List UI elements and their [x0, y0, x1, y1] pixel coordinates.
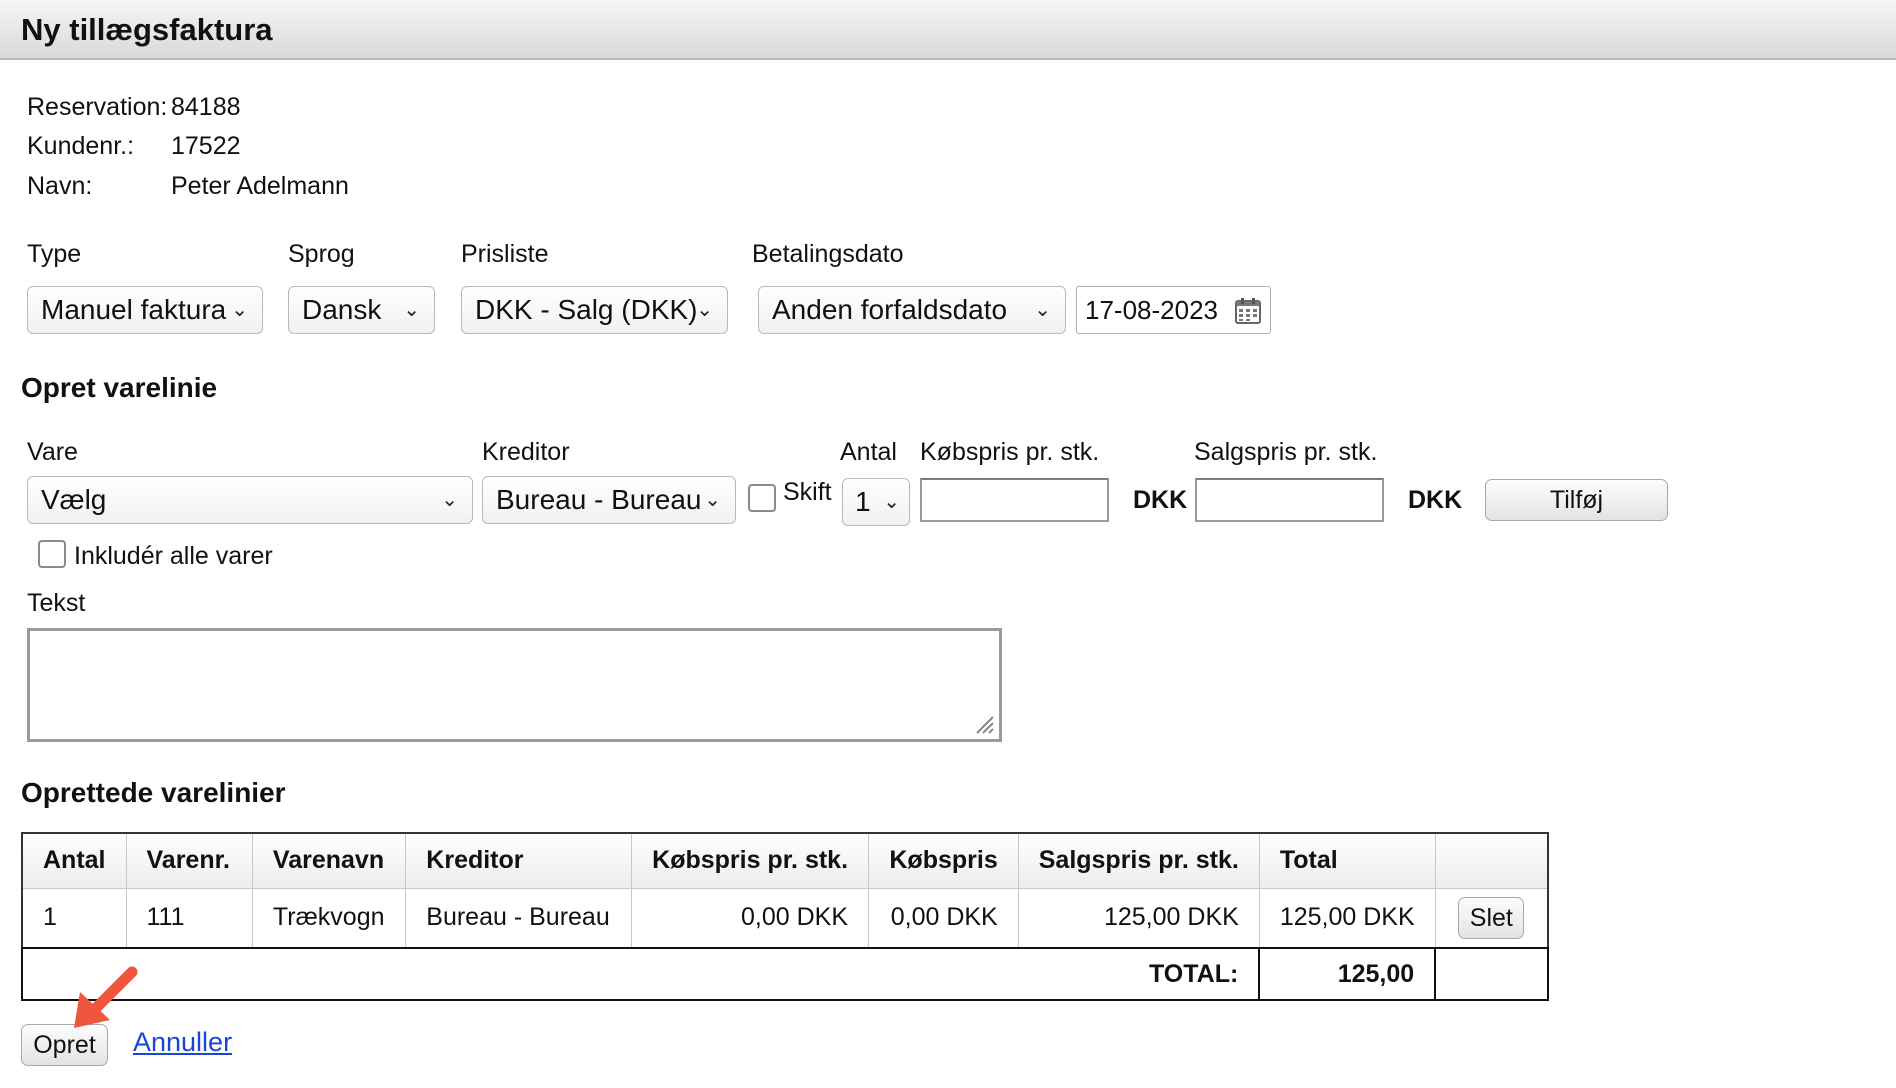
- created-lines-heading: Oprettede varelinier: [21, 777, 286, 808]
- chevron-down-icon: ⌄: [883, 491, 900, 513]
- vare-select[interactable]: Vælg ⌄: [27, 476, 473, 524]
- created-lines-table: Antal Varenr. Varenavn Kreditor Købspris…: [20, 832, 1549, 1001]
- cell-kreditor: Bureau - Bureau: [405, 887, 633, 949]
- kundenr-label: Kundenr.:: [27, 132, 135, 160]
- kreditor-select-value: Bureau - Bureau: [496, 484, 702, 515]
- salgspris-input[interactable]: [1195, 478, 1384, 522]
- column-header: Varenr.: [125, 832, 253, 889]
- sprog-select-value: Dansk: [302, 294, 382, 325]
- column-header: Salgspris pr. stk.: [1017, 832, 1260, 889]
- total-label: TOTAL:: [20, 947, 1261, 1001]
- betalingsdato-label: Betalingsdato: [752, 240, 904, 268]
- reservation-value: 84188: [171, 93, 241, 121]
- skift-label: Skift: [783, 478, 832, 506]
- kreditor-label: Kreditor: [482, 438, 570, 466]
- antal-select[interactable]: 1 ⌄: [842, 478, 910, 526]
- cell-antal: 1: [21, 887, 127, 949]
- reservation-label: Reservation:: [27, 93, 168, 121]
- prisliste-label: Prisliste: [461, 240, 549, 268]
- annotation-arrow-icon: [74, 966, 138, 1028]
- chevron-down-icon: ⌄: [231, 299, 248, 321]
- cell-kobspris-stk: 0,00 DKK: [631, 887, 870, 949]
- cancel-link[interactable]: Annuller: [133, 1027, 232, 1058]
- payment-date-input[interactable]: 17-08-2023: [1076, 286, 1271, 334]
- total-value: 125,00: [1258, 947, 1437, 1001]
- chevron-down-icon: ⌄: [1034, 299, 1051, 321]
- antal-label: Antal: [840, 438, 897, 466]
- prisliste-select[interactable]: DKK - Salg (DKK) ⌄: [461, 286, 728, 334]
- column-header: Antal: [21, 832, 127, 889]
- chevron-down-icon: ⌄: [696, 299, 713, 321]
- antal-select-value: 1: [855, 486, 871, 517]
- column-header: Købspris pr. stk.: [631, 832, 870, 889]
- vare-select-value: Vælg: [41, 484, 107, 515]
- resize-grip-icon[interactable]: [973, 713, 995, 735]
- kundenr-value: 17522: [171, 132, 241, 160]
- include-all-label: Inkludér alle varer: [74, 542, 273, 570]
- cell-kobspris: 0,00 DKK: [868, 887, 1019, 949]
- column-header: Købspris: [868, 832, 1019, 889]
- sprog-label: Sprog: [288, 240, 355, 268]
- cell-actions: Slet: [1434, 887, 1549, 949]
- column-header: Varenavn: [251, 832, 407, 889]
- page-title: Ny tillægsfaktura: [21, 12, 273, 47]
- delete-line-button[interactable]: Slet: [1458, 896, 1525, 939]
- salgspris-label: Salgspris pr. stk.: [1194, 438, 1378, 466]
- chevron-down-icon: ⌄: [441, 489, 458, 511]
- total-empty-cell: [1434, 947, 1549, 1001]
- include-all-checkbox[interactable]: [38, 540, 66, 568]
- kreditor-select[interactable]: Bureau - Bureau ⌄: [482, 476, 736, 524]
- vare-label: Vare: [27, 438, 78, 466]
- type-label: Type: [27, 240, 82, 268]
- calendar-icon[interactable]: [1234, 297, 1262, 325]
- salgspris-currency: DKK: [1408, 486, 1463, 514]
- chevron-down-icon: ⌄: [704, 489, 721, 511]
- betalingsdato-select-value: Anden forfaldsdato: [772, 294, 1008, 325]
- tekst-textarea[interactable]: [27, 628, 1002, 742]
- table-row: 1 111 Trækvogn Bureau - Bureau 0,00 DKK …: [21, 887, 1549, 949]
- cell-total: 125,00 DKK: [1258, 887, 1436, 949]
- total-row: TOTAL: 125,00: [20, 947, 1549, 1001]
- create-line-heading: Opret varelinie: [21, 372, 218, 403]
- kobspris-currency: DKK: [1133, 486, 1188, 514]
- kobspris-input[interactable]: [920, 478, 1109, 522]
- payment-date-value: 17-08-2023: [1085, 295, 1218, 325]
- title-bar: Ny tillægsfaktura: [0, 0, 1896, 60]
- chevron-down-icon: ⌄: [403, 299, 420, 321]
- cell-salgspris-stk: 125,00 DKK: [1017, 887, 1260, 949]
- table-header-row: Antal Varenr. Varenavn Kreditor Købspris…: [21, 832, 1549, 889]
- type-select-value: Manuel faktura: [41, 294, 227, 325]
- type-select[interactable]: Manuel faktura ⌄: [27, 286, 263, 334]
- navn-value: Peter Adelmann: [171, 172, 349, 200]
- create-invoice-button[interactable]: Opret: [21, 1024, 108, 1066]
- tekst-label: Tekst: [27, 589, 86, 617]
- prisliste-select-value: DKK - Salg (DKK): [475, 294, 698, 325]
- cell-varenr: 111: [125, 887, 253, 949]
- navn-label: Navn:: [27, 172, 93, 200]
- column-header: Total: [1258, 832, 1436, 889]
- kobspris-label: Købspris pr. stk.: [920, 438, 1100, 466]
- sprog-select[interactable]: Dansk ⌄: [288, 286, 435, 334]
- cell-varenavn: Trækvogn: [251, 887, 407, 949]
- column-header: Kreditor: [405, 832, 633, 889]
- skift-checkbox[interactable]: [748, 484, 776, 512]
- add-line-button[interactable]: Tilføj: [1485, 479, 1668, 521]
- betalingsdato-select[interactable]: Anden forfaldsdato ⌄: [758, 286, 1066, 334]
- column-header-actions: [1434, 832, 1549, 889]
